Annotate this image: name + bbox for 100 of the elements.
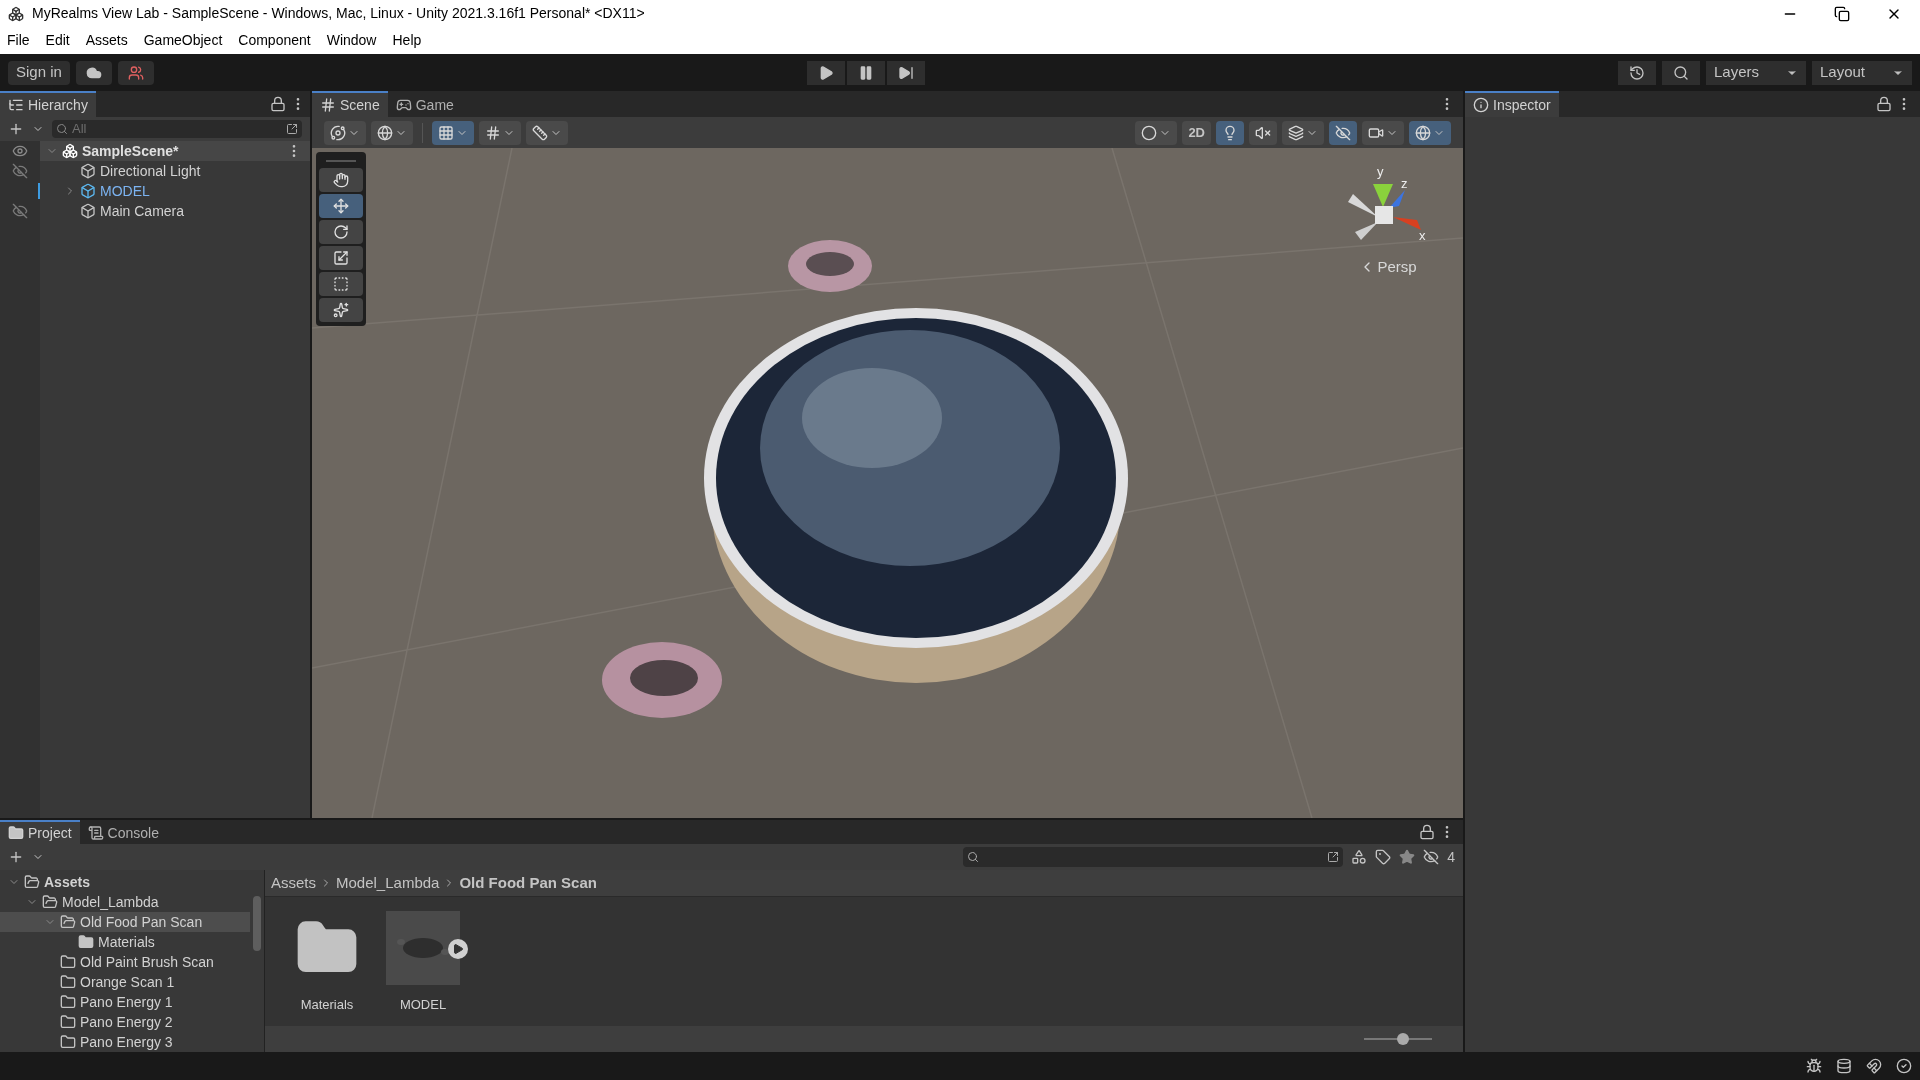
layout-dropdown[interactable]: Layout bbox=[1812, 60, 1912, 85]
shapes-icon[interactable] bbox=[1351, 849, 1368, 865]
panel-tab[interactable]: Game bbox=[387, 91, 462, 117]
asset-label[interactable]: MODEL bbox=[399, 995, 447, 1015]
hierarchy-item[interactable]: Directional Light bbox=[100, 160, 201, 182]
asset-label[interactable]: Materials bbox=[300, 995, 354, 1015]
scene-toolbar-button[interactable] bbox=[1409, 120, 1451, 145]
layers-icon bbox=[1288, 124, 1304, 141]
folder-item[interactable]: Orange Scan 1 bbox=[80, 971, 175, 993]
axis-label: z bbox=[1401, 176, 1408, 191]
lock-icon[interactable] bbox=[1419, 824, 1435, 840]
scene-toolbar-button[interactable] bbox=[432, 120, 474, 145]
tool-button[interactable] bbox=[319, 168, 363, 192]
override-marker bbox=[38, 183, 40, 199]
model-thumbnail[interactable] bbox=[386, 911, 460, 985]
magnet-icon[interactable] bbox=[1866, 1058, 1882, 1074]
scene-toolbar-button[interactable]: 2D bbox=[1182, 120, 1211, 145]
step-button[interactable] bbox=[886, 60, 925, 85]
empty-folder-icon bbox=[60, 1034, 76, 1050]
lock-icon[interactable] bbox=[270, 96, 286, 112]
scene-toolbar-button[interactable] bbox=[479, 120, 521, 145]
slider-thumb[interactable] bbox=[1396, 1033, 1409, 1045]
breadcrumb-item[interactable]: Assets bbox=[269, 871, 318, 895]
menu-item[interactable]: Assets bbox=[82, 30, 131, 51]
search-button[interactable] bbox=[1662, 60, 1700, 85]
tool-button[interactable] bbox=[319, 246, 363, 270]
grid-snap-icon bbox=[485, 124, 501, 141]
folder-item[interactable]: Pano Energy 3 bbox=[80, 1031, 173, 1052]
breadcrumb-item[interactable]: Old Food Pan Scan bbox=[457, 871, 599, 895]
restore-icon[interactable] bbox=[1834, 5, 1850, 22]
menu-item[interactable]: Edit bbox=[42, 30, 73, 51]
scene-toolbar-button[interactable] bbox=[1216, 120, 1244, 145]
hidden-icon[interactable] bbox=[12, 203, 28, 219]
visibility-icon[interactable] bbox=[12, 143, 28, 159]
folder-item[interactable]: Pano Energy 1 bbox=[80, 991, 173, 1013]
folder-item[interactable]: Model_Lambda bbox=[62, 891, 159, 913]
mute-icon bbox=[1255, 124, 1271, 141]
database-icon[interactable] bbox=[1836, 1058, 1852, 1074]
shading-icon bbox=[1141, 124, 1158, 141]
scrollbar-thumb[interactable] bbox=[253, 896, 261, 951]
breadcrumb-item[interactable]: Model_Lambda bbox=[334, 871, 442, 895]
play-badge[interactable] bbox=[448, 939, 468, 959]
scene-toolbar-button[interactable] bbox=[371, 120, 413, 145]
collab-button[interactable] bbox=[117, 60, 154, 85]
panel-tab[interactable]: Scene bbox=[312, 91, 388, 117]
grid-icon bbox=[438, 124, 454, 141]
tag-icon[interactable] bbox=[1375, 849, 1392, 865]
history-button[interactable] bbox=[1618, 60, 1656, 85]
scene-toolbar-button[interactable] bbox=[1329, 120, 1357, 145]
pause-button[interactable] bbox=[846, 60, 885, 85]
search-field[interactable] bbox=[963, 847, 1344, 867]
panel-tab[interactable]: Hierarchy bbox=[0, 91, 96, 117]
star-icon[interactable] bbox=[1399, 849, 1416, 865]
scene-toolbar-button[interactable] bbox=[526, 120, 568, 145]
expand-icon[interactable] bbox=[286, 123, 298, 135]
window-title: MyRealms View Lab - SampleScene - Windows, Mac, Linux - Unity 2021.3.16f1 Personal* <DX11> bbox=[32, 4, 645, 23]
lock-icon[interactable] bbox=[1876, 96, 1892, 112]
menu-item[interactable]: Window bbox=[323, 30, 380, 51]
folder-item[interactable]: Old Food Pan Scan bbox=[80, 911, 203, 933]
panel-tab[interactable]: Inspector bbox=[1465, 91, 1559, 117]
tool-button[interactable] bbox=[319, 220, 363, 244]
empty-folder-icon bbox=[60, 994, 76, 1010]
bug-icon[interactable] bbox=[1806, 1058, 1822, 1074]
tool-button[interactable] bbox=[319, 194, 363, 218]
hidden-count: 4 bbox=[1447, 847, 1455, 867]
scene-toolbar-button[interactable] bbox=[1135, 120, 1178, 145]
panel-tab[interactable]: Console bbox=[79, 820, 167, 844]
menu-item[interactable]: File bbox=[4, 30, 33, 51]
menu-item[interactable]: Help bbox=[389, 30, 425, 51]
orbit-icon bbox=[330, 124, 346, 141]
tool-button[interactable] bbox=[319, 298, 363, 322]
scene-toolbar-button[interactable] bbox=[1249, 120, 1277, 145]
tool-button[interactable] bbox=[319, 272, 363, 296]
panel-tab[interactable]: Project bbox=[0, 820, 80, 844]
sign-in-button[interactable]: Sign in bbox=[8, 60, 70, 85]
scene-toolbar-button[interactable] bbox=[324, 120, 366, 145]
app-logo-icon bbox=[8, 5, 24, 22]
layers-dropdown[interactable]: Layers bbox=[1706, 60, 1806, 85]
hidden-icon[interactable] bbox=[12, 163, 28, 179]
scene-toolbar-button[interactable] bbox=[1362, 120, 1404, 145]
add-icon[interactable] bbox=[8, 121, 24, 137]
hierarchy-item[interactable]: MODEL bbox=[100, 180, 150, 202]
globe-icon bbox=[377, 124, 393, 141]
hidden-eye-icon[interactable] bbox=[1423, 849, 1440, 865]
cloud-button[interactable] bbox=[75, 60, 112, 85]
folder-item[interactable]: Materials bbox=[98, 931, 155, 953]
menu-item[interactable]: Component bbox=[235, 30, 314, 51]
folder-item[interactable]: Old Paint Brush Scan bbox=[80, 951, 214, 973]
expand-icon[interactable] bbox=[1327, 851, 1340, 863]
add-icon[interactable] bbox=[8, 849, 24, 865]
projection-label[interactable]: Persp bbox=[1377, 256, 1417, 279]
search-field[interactable]: All bbox=[52, 120, 302, 138]
check-icon[interactable] bbox=[1896, 1058, 1912, 1074]
hierarchy-item[interactable]: Main Camera bbox=[100, 200, 185, 222]
scene-toolbar-button[interactable] bbox=[1282, 120, 1324, 145]
play-button[interactable] bbox=[806, 60, 845, 85]
folder-item[interactable]: Assets bbox=[44, 871, 90, 893]
folder-item[interactable]: Pano Energy 2 bbox=[80, 1011, 173, 1033]
selected-row[interactable]: Old Food Pan Scan bbox=[0, 912, 250, 932]
menu-item[interactable]: GameObject bbox=[140, 30, 226, 51]
